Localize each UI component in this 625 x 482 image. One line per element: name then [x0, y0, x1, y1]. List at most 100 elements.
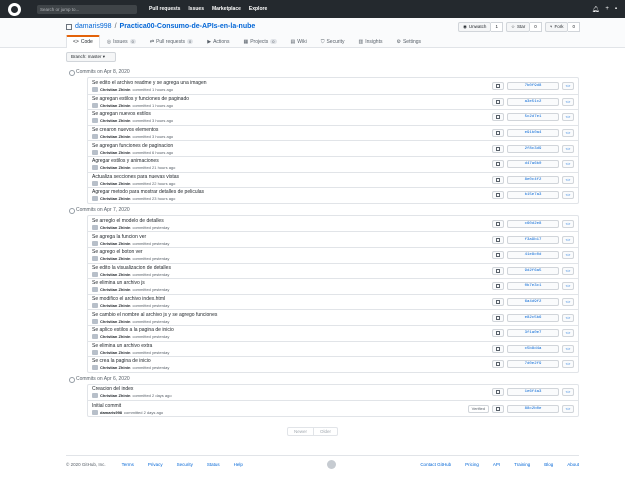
commit-author[interactable]: Christian Zhinin	[100, 319, 130, 324]
commit-message[interactable]: Agregar estilos y animaciones	[92, 158, 492, 164]
github-mark-icon[interactable]	[327, 460, 337, 469]
commit-author[interactable]: Christian Zhinin	[100, 196, 130, 201]
copy-sha-button[interactable]	[492, 266, 504, 275]
avatar[interactable]	[92, 180, 98, 186]
browse-code-button[interactable]: <>	[562, 129, 574, 138]
commit-author[interactable]: Christian Zhinin	[100, 150, 130, 155]
commit-message[interactable]: Creacion del index	[92, 386, 492, 392]
copy-sha-button[interactable]	[492, 344, 504, 353]
commit-author[interactable]: Christian Zhinin	[100, 350, 130, 355]
commit-sha-link[interactable]: 88c2b0e	[507, 404, 559, 413]
browse-code-button[interactable]: <>	[562, 404, 574, 413]
nav-marketplace[interactable]: Marketplace	[212, 6, 241, 12]
footer-link[interactable]: Contact GitHub	[420, 462, 451, 467]
commit-message[interactable]: Se crea la pagina de inicio	[92, 358, 492, 364]
commit-message[interactable]: Se elimina un archivo extra	[92, 343, 492, 349]
fork-count[interactable]: 0	[568, 22, 580, 32]
tab-pull-requests[interactable]: ⇄ Pull requests 0	[143, 35, 200, 48]
copy-sha-button[interactable]	[492, 81, 504, 90]
avatar[interactable]	[92, 334, 98, 340]
newer-button[interactable]: Newer	[286, 426, 314, 436]
copy-sha-button[interactable]	[492, 191, 504, 200]
commit-sha-link[interactable]: 0b7e3c1	[507, 282, 559, 291]
commit-sha-link[interactable]: b15e7a3	[507, 191, 559, 200]
commit-message[interactable]: Se cambio el nombre al archivo js y se a…	[92, 312, 492, 318]
avatar[interactable]	[92, 134, 98, 140]
copy-sha-button[interactable]	[492, 160, 504, 169]
commit-sha-link[interactable]: 9d2f6a5	[507, 266, 559, 275]
footer-link[interactable]: Security	[177, 462, 193, 467]
commit-message[interactable]: Se agregan nuevos estilos	[92, 111, 492, 117]
star-count[interactable]: 0	[530, 22, 542, 32]
nav-explore[interactable]: Explore	[249, 6, 267, 12]
commit-author[interactable]: Christian Zhinin	[100, 118, 130, 123]
search-input[interactable]: Search or jump to...	[37, 4, 137, 14]
footer-link[interactable]: Training	[514, 462, 530, 467]
avatar[interactable]	[92, 365, 98, 371]
footer-link[interactable]: Status	[207, 462, 220, 467]
commit-author[interactable]: Christian Zhinin	[100, 134, 130, 139]
commit-author[interactable]: Christian Zhinin	[100, 165, 130, 170]
commit-message[interactable]: Initial commit	[92, 403, 468, 409]
commit-message[interactable]: Actualiza secciones para nuevas vistas	[92, 174, 492, 180]
star-button[interactable]: ☆ Star	[505, 22, 531, 32]
copy-sha-button[interactable]	[492, 313, 504, 322]
commit-author[interactable]: Christian Zhinin	[100, 287, 130, 292]
plus-icon[interactable]: +	[605, 6, 609, 13]
commit-author[interactable]: Christian Zhinin	[100, 87, 130, 92]
fork-button[interactable]: ⑂ Fork	[544, 22, 569, 32]
commit-sha-link[interactable]: 7d0e2f9	[507, 360, 559, 369]
copy-sha-button[interactable]	[492, 329, 504, 338]
commit-message[interactable]: Se crearon nuevos elementos	[92, 127, 492, 133]
browse-code-button[interactable]: <>	[562, 160, 574, 169]
avatar[interactable]	[92, 393, 98, 399]
avatar[interactable]	[92, 86, 98, 92]
commit-sha-link[interactable]: 3f1a0e7	[507, 329, 559, 338]
copy-sha-button[interactable]	[492, 404, 504, 413]
commit-author[interactable]: Christian Zhinin	[100, 103, 130, 108]
footer-link[interactable]: Pricing	[465, 462, 479, 467]
github-logo-icon[interactable]	[8, 2, 21, 16]
browse-code-button[interactable]: <>	[562, 282, 574, 291]
avatar[interactable]	[92, 165, 98, 171]
copy-sha-button[interactable]	[492, 388, 504, 397]
nav-issues[interactable]: Issues	[188, 6, 204, 12]
commit-author[interactable]: Christian Zhinin	[100, 334, 130, 339]
nav-pull-requests[interactable]: Pull requests	[149, 6, 180, 12]
browse-code-button[interactable]: <>	[562, 266, 574, 275]
browse-code-button[interactable]: <>	[562, 191, 574, 200]
commit-author[interactable]: Christian Zhinin	[100, 365, 130, 370]
browse-code-button[interactable]: <>	[562, 251, 574, 260]
browse-code-button[interactable]: <>	[562, 97, 574, 106]
commit-message[interactable]: Se elimina un archivo js	[92, 280, 492, 286]
copy-sha-button[interactable]	[492, 97, 504, 106]
copy-sha-button[interactable]	[492, 113, 504, 122]
commit-author[interactable]: Christian Zhinin	[100, 272, 130, 277]
commit-author[interactable]: Christian Zhinin	[100, 256, 130, 261]
avatar[interactable]	[92, 240, 98, 246]
browse-code-button[interactable]: <>	[562, 175, 574, 184]
commit-sha-link[interactable]: 7b0f9d8	[507, 81, 559, 90]
copy-sha-button[interactable]	[492, 219, 504, 228]
tab-settings[interactable]: ⚙ Settings	[389, 35, 428, 48]
commit-sha-link[interactable]: e82c5b6	[507, 313, 559, 322]
copy-sha-button[interactable]	[492, 298, 504, 307]
commit-sha-link[interactable]: c60d2e8	[507, 219, 559, 228]
commit-message[interactable]: Se modifico el archivo index.html	[92, 296, 492, 302]
commit-message[interactable]: Se agrega la funcion ver	[92, 234, 492, 240]
avatar[interactable]	[92, 409, 98, 415]
commit-author[interactable]: Christian Zhinin	[100, 303, 130, 308]
tab-projects[interactable]: ▦ Projects 0	[236, 35, 283, 48]
copy-sha-button[interactable]	[492, 235, 504, 244]
commit-author[interactable]: Christian Zhinin	[100, 181, 130, 186]
browse-code-button[interactable]: <>	[562, 113, 574, 122]
commit-author[interactable]: Christian Zhinin	[100, 393, 130, 398]
tab-issues[interactable]: ◎ Issues 0	[100, 35, 143, 48]
commit-sha-link[interactable]: c5b8d4a	[507, 344, 559, 353]
footer-link[interactable]: Terms	[122, 462, 134, 467]
commit-sha-link[interactable]: e91b0a4	[507, 129, 559, 138]
avatar[interactable]	[92, 118, 98, 124]
commit-sha-link[interactable]: 5c2d7e1	[507, 113, 559, 122]
avatar[interactable]	[92, 349, 98, 355]
copy-sha-button[interactable]	[492, 129, 504, 138]
